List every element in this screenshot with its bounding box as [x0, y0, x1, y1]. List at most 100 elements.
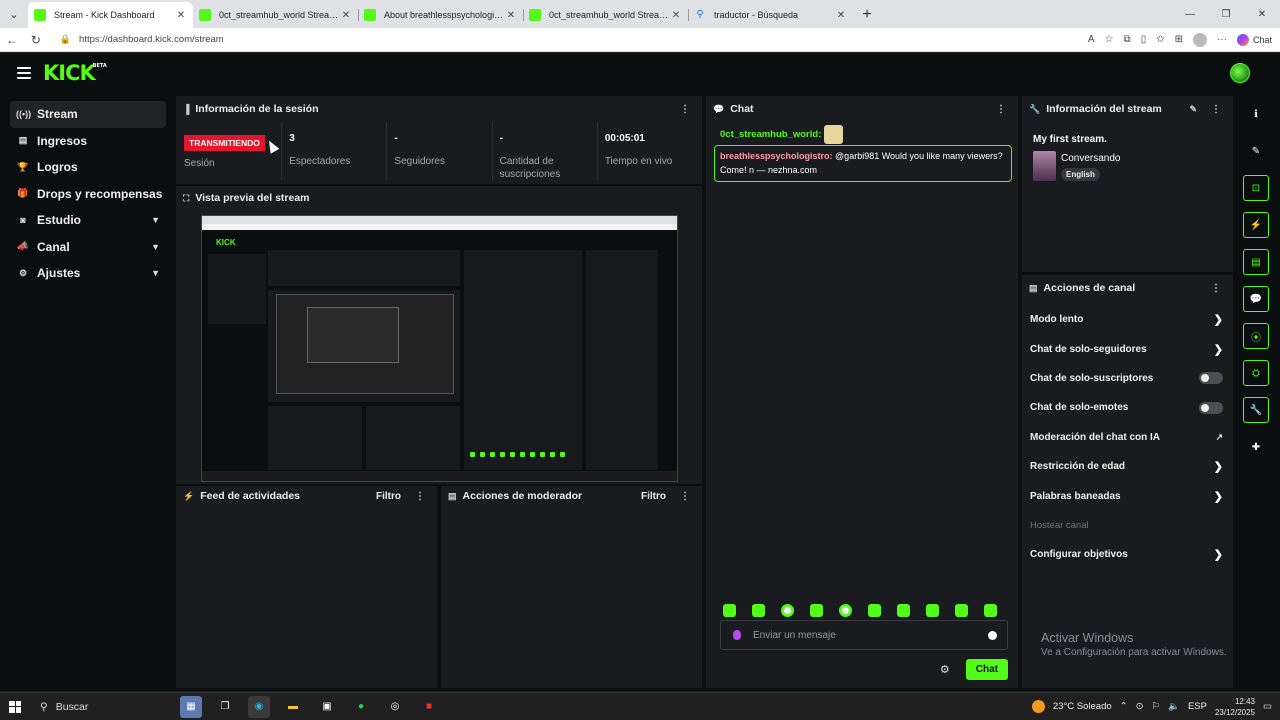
kick-logo[interactable]: KICK BETA	[43, 61, 107, 85]
send-chat-button[interactable]: Chat	[965, 659, 1008, 680]
hamburger-menu-icon[interactable]	[17, 67, 31, 79]
action-age-restriction[interactable]: Restricción de edad ❯	[1022, 452, 1233, 481]
weather-text[interactable]: 23°C Soleado	[1053, 701, 1112, 712]
emoji-picker-icon[interactable]	[988, 630, 997, 640]
tray-chevron-icon[interactable]: ⌃	[1120, 701, 1128, 712]
browser-tab[interactable]: 0ct_streamhub_world Stream - Wa ✕	[193, 2, 358, 28]
close-tab-icon[interactable]: ✕	[505, 10, 517, 21]
action-configure-goals[interactable]: Configurar objetivos ❯	[1022, 540, 1233, 569]
action-followers-only[interactable]: Chat de solo-seguidores ❯	[1022, 334, 1233, 363]
notifications-icon[interactable]: ▭	[1263, 701, 1272, 712]
stream-preview-video[interactable]: KICK	[201, 215, 678, 482]
subscribers-only-toggle[interactable]	[1199, 372, 1223, 385]
emote-icon[interactable]	[839, 604, 852, 617]
sidebar-item-logros[interactable]: 🏆 Logros	[10, 154, 166, 181]
file-explorer-icon[interactable]: ▬	[282, 696, 304, 718]
broadcast-icon[interactable]: ⦿	[1243, 323, 1269, 349]
notes-icon[interactable]: ▤	[1243, 249, 1269, 275]
emote-icon[interactable]	[781, 604, 794, 617]
close-tab-icon[interactable]: ✕	[340, 10, 352, 21]
more-options-icon[interactable]: ⋮	[1211, 283, 1221, 294]
filter-button[interactable]: Filtro	[376, 491, 401, 502]
action-ai-moderation[interactable]: Moderación del chat con IA ↗	[1022, 423, 1233, 452]
emote-icon[interactable]	[897, 604, 910, 617]
close-window-icon[interactable]: ✕	[1244, 9, 1280, 20]
info-icon[interactable]: ℹ	[1243, 101, 1269, 127]
split-screen-icon[interactable]: ▯	[1141, 34, 1147, 45]
bolt-icon[interactable]: ⚡	[1243, 212, 1269, 238]
more-options-icon[interactable]: ⋮	[996, 104, 1006, 115]
obs-icon[interactable]: ◎	[384, 696, 406, 718]
favorite-star-icon[interactable]: ☆	[1105, 34, 1114, 45]
emote-icon[interactable]	[810, 604, 823, 617]
more-options-icon[interactable]: ⋮	[680, 104, 690, 115]
add-widget-icon[interactable]: ✚	[1243, 434, 1269, 460]
back-icon[interactable]: ←	[0, 33, 24, 47]
read-aloud-icon[interactable]: A	[1088, 34, 1095, 45]
favorites-icon[interactable]: ✩	[1156, 34, 1164, 45]
task-view-icon[interactable]: ❐	[214, 696, 236, 718]
spotify-icon[interactable]: ●	[350, 696, 372, 718]
url-field[interactable]: 🔒 https://dashboard.kick.com/stream	[52, 30, 1088, 50]
action-slow-mode[interactable]: Modo lento ❯	[1022, 305, 1233, 334]
close-tab-icon[interactable]: ✕	[670, 10, 682, 21]
extensions-icon[interactable]: ⧉	[1124, 34, 1131, 45]
minimize-icon[interactable]: —	[1172, 9, 1208, 20]
more-options-icon[interactable]: ⋮	[1211, 104, 1221, 115]
wrench-icon[interactable]: 🔧	[1243, 397, 1269, 423]
wifi-icon[interactable]: ⚐	[1152, 701, 1161, 712]
more-icon[interactable]: ···	[1217, 34, 1227, 45]
edit-pencil-icon[interactable]: ✎	[1189, 104, 1197, 115]
collections-icon[interactable]: ⊞	[1175, 34, 1183, 45]
tab-actions-menu[interactable]: ⌄	[0, 0, 28, 28]
more-options-icon[interactable]: ⋮	[680, 491, 690, 502]
browser-tab[interactable]: Stream - Kick Dashboard ✕	[28, 2, 193, 28]
tray-app-icon[interactable]: ⊙	[1136, 701, 1144, 712]
moderation-icon[interactable]: ⛭	[1243, 360, 1269, 386]
sidebar-item-ingresos[interactable]: ▤ Ingresos	[10, 128, 166, 155]
browser-tab[interactable]: 0ct_streamhub_world Stream - Wa ✕	[523, 2, 688, 28]
sidebar-item-estudio[interactable]: ◙ Estudio ▼	[10, 207, 166, 234]
taskbar-search[interactable]: ⚲ Buscar	[36, 696, 172, 718]
close-tab-icon[interactable]: ✕	[835, 10, 847, 21]
sidebar-item-stream[interactable]: ((•)) Stream	[10, 101, 166, 128]
start-button[interactable]	[0, 700, 30, 713]
speaker-icon[interactable]: 🔈	[1168, 701, 1180, 712]
browser-tab[interactable]: About breathlesspsychologistro - ✕	[358, 2, 523, 28]
weather-sun-icon[interactable]	[1031, 700, 1045, 713]
filter-button[interactable]: Filtro	[641, 491, 666, 502]
sidebar-item-canal[interactable]: 📣 Canal ▼	[10, 234, 166, 261]
more-options-icon[interactable]: ⋮	[415, 491, 425, 502]
chat-settings-icon[interactable]: ⚙	[940, 663, 950, 676]
restore-icon[interactable]: ❐	[1208, 9, 1244, 20]
chat-username[interactable]: 0ct_streamhub_world:	[720, 129, 821, 140]
red-app-icon[interactable]: ■	[418, 696, 440, 718]
user-avatar[interactable]	[1230, 63, 1250, 83]
edge-browser-icon[interactable]: ◉	[248, 695, 270, 718]
emote-icon[interactable]	[984, 604, 997, 617]
emote-icon[interactable]	[868, 604, 881, 617]
emote-icon[interactable]	[723, 604, 736, 617]
browser-tab[interactable]: ⚲ traductor - Búsqueda ✕	[688, 2, 853, 28]
copilot-button[interactable]: Chat	[1236, 33, 1272, 46]
widgets-icon[interactable]: ▦	[180, 695, 202, 718]
chat-message-input[interactable]: Enviar un mensaje	[720, 620, 1008, 650]
chat-icon[interactable]: 💬	[1243, 286, 1269, 312]
edit-icon[interactable]: ✎	[1243, 138, 1269, 164]
profile-avatar[interactable]	[1192, 32, 1207, 47]
sidebar-item-ajustes[interactable]: ⚙ Ajustes ▼	[10, 260, 166, 287]
lock-icon[interactable]: 🔒	[60, 34, 71, 45]
new-tab-button[interactable]: +	[853, 2, 881, 28]
input-language[interactable]: ESP	[1188, 701, 1207, 712]
close-tab-icon[interactable]: ✕	[175, 10, 187, 21]
system-clock[interactable]: 12:43 23/12/2025	[1215, 696, 1255, 718]
sidebar-item-drops[interactable]: 🎁 Drops y recompensas	[10, 181, 166, 208]
screenshot-icon[interactable]: ⊡	[1243, 175, 1269, 201]
action-banned-words[interactable]: Palabras baneadas ❯	[1022, 481, 1233, 510]
emote-icon[interactable]	[752, 604, 765, 617]
chat-username[interactable]: breathlesspsychologistro:	[720, 151, 833, 161]
emote-icon[interactable]	[926, 604, 939, 617]
reload-icon[interactable]: ↻	[24, 33, 48, 47]
microphone-icon[interactable]	[733, 630, 741, 640]
emote-icon[interactable]	[955, 604, 968, 617]
